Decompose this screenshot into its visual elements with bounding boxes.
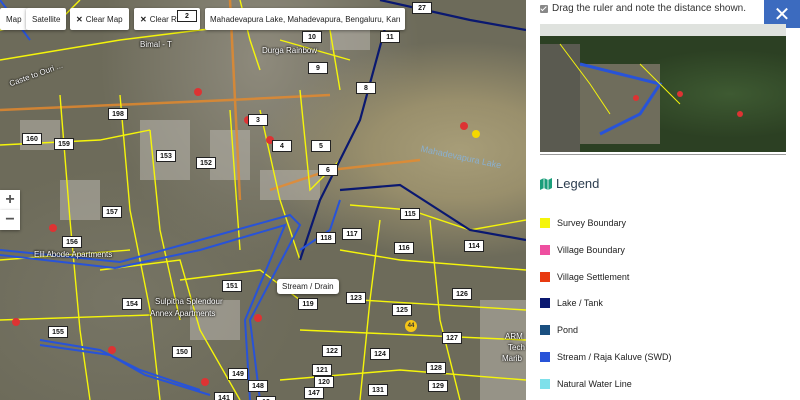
plot-label[interactable]: 125 (392, 304, 412, 316)
mini-map-overlays (540, 43, 743, 152)
legend-label: Stream / Raja Kaluve (SWD) (557, 352, 672, 362)
plot-label[interactable]: 116 (394, 242, 414, 254)
plot-label[interactable]: 157 (102, 206, 122, 218)
place-label-annex: Annex Apartments (150, 309, 216, 318)
legend-swatch (540, 352, 550, 362)
close-icon: ✕ (76, 14, 83, 24)
plot-label[interactable]: 150 (172, 346, 192, 358)
map-type-map-button[interactable]: Map (0, 8, 28, 30)
plot-label[interactable]: 6 (318, 164, 338, 176)
place-label-arm: ARM (505, 332, 523, 341)
plot-label[interactable]: 148 (248, 380, 268, 392)
plot-label[interactable]: 114 (464, 240, 484, 252)
plot-label[interactable]: 115 (400, 208, 420, 220)
plot-label[interactable]: 5 (311, 140, 331, 152)
stream-tooltip: Stream / Drain (277, 279, 339, 294)
checkbox-icon[interactable] (540, 4, 548, 13)
plot-label[interactable]: 121 (312, 364, 332, 376)
plot-label[interactable]: 3 (248, 114, 268, 126)
close-icon: ✕ (773, 3, 791, 26)
legend-label: Village Settlement (557, 272, 630, 282)
map-type-satellite-button[interactable]: Satellite (26, 8, 67, 30)
ruler-note[interactable]: Drag the ruler and note the distance sho… (540, 3, 746, 14)
place-label-marib: Marib (502, 354, 523, 363)
plot-label[interactable]: 131 (368, 384, 388, 396)
plot-label[interactable]: 2 (177, 10, 197, 22)
plot-label[interactable]: 118 (316, 232, 336, 244)
legend-header: Legend (540, 176, 599, 191)
plot-label[interactable]: 155 (48, 326, 68, 338)
place-label-sulpitha: Sulpitha Splendour (155, 297, 223, 306)
plot-label[interactable]: 149 (228, 368, 248, 380)
ruler-note-text: Drag the ruler and note the distance sho… (552, 3, 747, 14)
plot-label[interactable]: 127 (442, 332, 462, 344)
plot-label[interactable]: 141 (214, 392, 234, 400)
clear-map-button[interactable]: ✕ Clear Map (70, 8, 129, 30)
place-label-tech: Tech (508, 343, 525, 352)
legend-swatch (540, 245, 550, 255)
legend-swatch (540, 379, 550, 389)
plot-label[interactable]: 128 (426, 362, 446, 374)
legend-title: Legend (556, 176, 600, 191)
plot-label[interactable]: 13 (256, 396, 276, 400)
legend-item-lake-tank: Lake / Tank (540, 298, 603, 308)
road-shield: 44 (405, 320, 417, 332)
plot-label[interactable]: 151 (222, 280, 242, 292)
divider (540, 154, 786, 155)
side-panel: Drag the ruler and note the distance sho… (526, 0, 800, 400)
legend-label: Lake / Tank (557, 298, 603, 308)
mini-map[interactable] (540, 24, 786, 152)
plot-label[interactable]: 4 (272, 140, 292, 152)
plot-label[interactable]: 160 (22, 133, 42, 145)
clear-map-label: Clear Map (85, 14, 123, 24)
legend-item-natural-water-line: Natural Water Line (540, 379, 632, 389)
legend-label: Village Boundary (557, 245, 625, 255)
place-label-bimal: Bimal - T (140, 40, 172, 49)
plot-label[interactable]: 153 (156, 150, 176, 162)
legend-label: Natural Water Line (557, 379, 632, 389)
plot-label[interactable]: 129 (428, 380, 448, 392)
plot-label[interactable]: 27 (412, 2, 432, 14)
legend-item-village-boundary: Village Boundary (540, 245, 625, 255)
plot-label[interactable]: 119 (298, 298, 318, 310)
plot-label[interactable]: 154 (122, 298, 142, 310)
legend-swatch (540, 272, 550, 282)
plot-label[interactable]: 159 (54, 138, 74, 150)
legend-item-survey-boundary: Survey Boundary (540, 218, 626, 228)
zoom-in-button[interactable]: + (0, 190, 20, 210)
legend-swatch (540, 298, 550, 308)
search-input[interactable] (205, 8, 405, 30)
zoom-out-button[interactable]: − (0, 210, 20, 230)
legend-item-stream: Stream / Raja Kaluve (SWD) (540, 352, 672, 362)
legend-label: Pond (557, 325, 579, 335)
plot-label[interactable]: 117 (342, 228, 362, 240)
plot-label[interactable]: 8 (356, 82, 376, 94)
plot-label[interactable]: 198 (108, 108, 128, 120)
plot-label[interactable]: 11 (380, 31, 400, 43)
place-label-elil: Elil Abode Apartments (34, 250, 113, 259)
plot-label[interactable]: 124 (370, 348, 390, 360)
legend-item-village-settlement: Village Settlement (540, 272, 629, 282)
plot-label[interactable]: 156 (62, 236, 82, 248)
plot-label[interactable]: 126 (452, 288, 472, 300)
plot-label[interactable]: 9 (308, 62, 328, 74)
map-canvas[interactable]: Map Satellite ✕ Clear Map ✕ Clear Rulers… (0, 0, 526, 400)
legend-swatch (540, 218, 550, 228)
legend-swatch (540, 325, 550, 335)
legend-item-pond: Pond (540, 325, 578, 335)
map-icon (540, 177, 552, 190)
close-icon: ✕ (140, 14, 147, 24)
place-label-durga: Durga Rainbow (262, 46, 318, 55)
plot-label[interactable]: 122 (322, 345, 342, 357)
plot-label[interactable]: 147 (304, 387, 324, 399)
plot-label[interactable]: 10 (302, 31, 322, 43)
plot-label[interactable]: 123 (346, 292, 366, 304)
plot-label[interactable]: 152 (196, 157, 216, 169)
legend-label: Survey Boundary (557, 218, 627, 228)
